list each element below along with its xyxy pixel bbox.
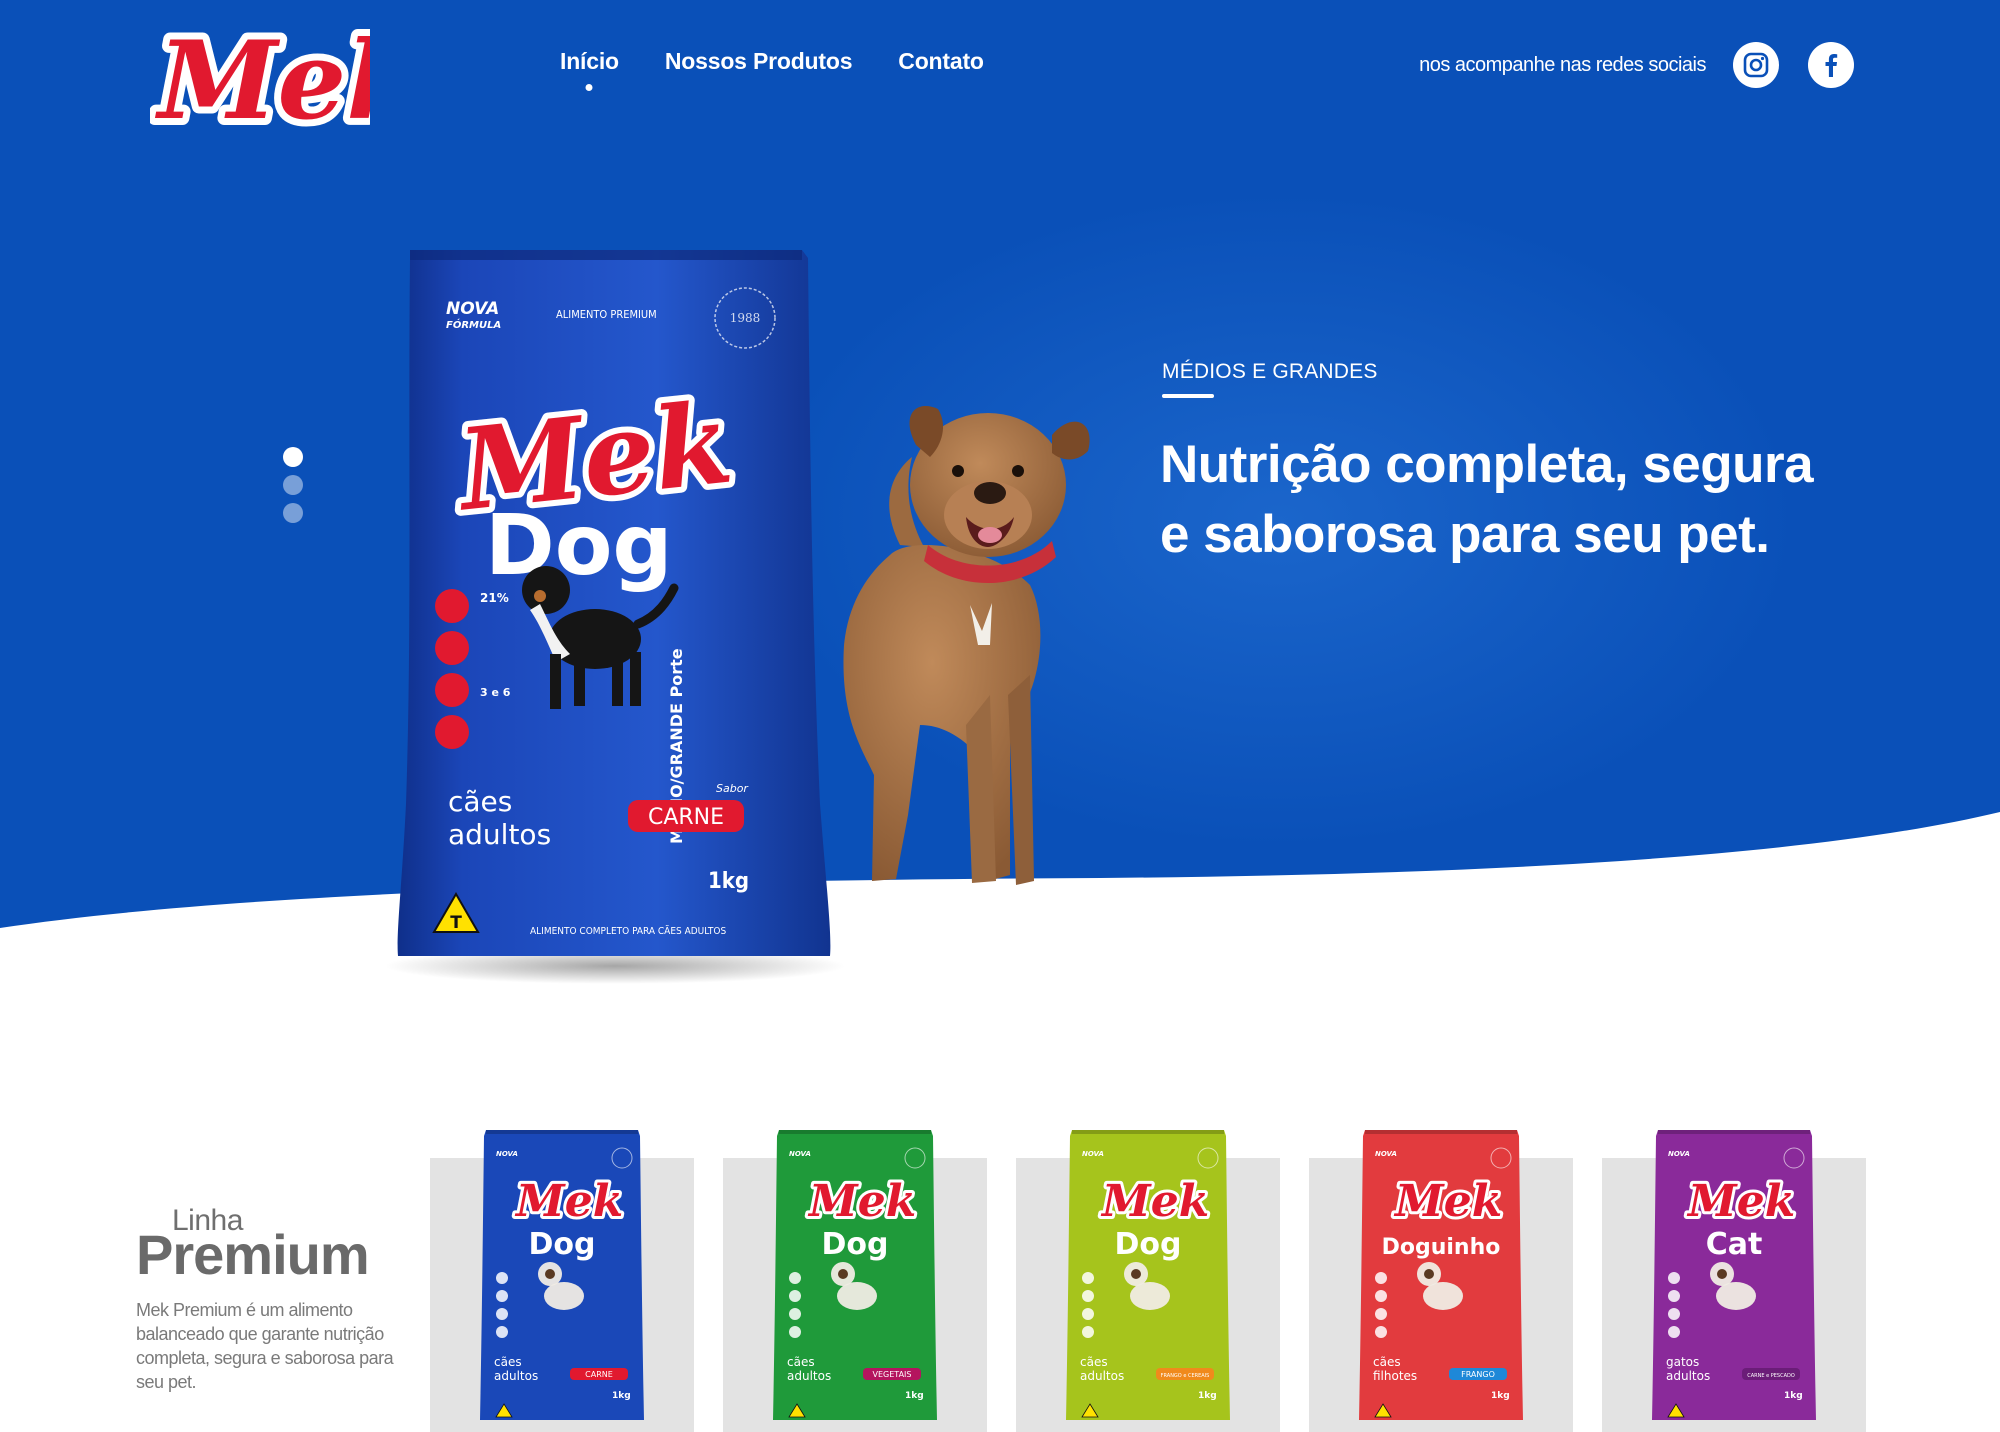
svg-text:ALIMENTO COMPLETO PARA CÃES AD: ALIMENTO COMPLETO PARA CÃES ADULTOS: [530, 924, 726, 937]
bag-badge: NOVA: [446, 299, 499, 319]
bag-audience-2: adultos: [1666, 1369, 1710, 1383]
product-card[interactable]: NOVA Mek Mek Dog cães adultos FRANGO e CEREAIS…: [1016, 1130, 1280, 1432]
svg-text:adultos: adultos: [448, 818, 551, 851]
bag-product-name: Dog: [529, 1227, 596, 1262]
nav-label: Início: [560, 48, 619, 74]
svg-text:Mek: Mek: [154, 18, 370, 144]
main-nav: Início Nossos Produtos Contato: [560, 48, 984, 91]
hero-headline: Nutrição completa, segura e saborosa par…: [1160, 435, 1814, 564]
svg-text:3 e 6: 3 e 6: [480, 686, 511, 699]
bag-product-name: Cat: [1706, 1227, 1763, 1262]
svg-text:FÓRMULA: FÓRMULA: [446, 318, 501, 331]
bag-audience-1: gatos: [1666, 1355, 1699, 1369]
bag-weight: 1kg: [905, 1391, 924, 1401]
bag-brand: Mek: [1686, 1176, 1795, 1227]
bag-audience-1: cães: [787, 1355, 815, 1369]
nav-label: Nossos Produtos: [664, 48, 853, 74]
product-bag: NOVAMekMekDogcãesadultos FRANGO e CEREAIS…: [1066, 1130, 1230, 1420]
svg-text:NOVA: NOVA: [496, 1150, 518, 1158]
bag-flavor: CARNE: [585, 1370, 613, 1379]
bag-weight: 1kg: [612, 1391, 631, 1401]
bag-weight: 1kg: [1784, 1391, 1803, 1401]
product-bag: NOVAMekMekDogcãesadultos VEGETAIS1kg: [773, 1130, 937, 1420]
hero-eyebrow: MÉDIOS E GRANDES: [1162, 360, 1378, 383]
slider-pagination: [283, 447, 303, 523]
svg-text:NOVA: NOVA: [1082, 1150, 1104, 1158]
slide-dot-1[interactable]: [283, 447, 303, 467]
svg-text:Sabor: Sabor: [716, 782, 749, 795]
featured-product-bag: NOVA FÓRMULA ALIMENTO PREMIUM 1988 Mek M…: [385, 250, 845, 984]
product-card[interactable]: NOVA Mek Mek Dog cães adultos VEGETAIS 1kg: [723, 1130, 987, 1432]
product-card[interactable]: NOVA Mek Mek Doguinho cães filhotes FRANGO 1kg: [1309, 1130, 1573, 1432]
instagram-icon[interactable]: [1733, 42, 1779, 88]
bag-brand: Mek: [1100, 1176, 1209, 1227]
svg-text:CARNE: CARNE: [648, 805, 724, 830]
bag-flavor: FRANGO e CEREAIS: [1161, 1373, 1210, 1379]
product-bag: NOVAMekMekDoguinhocãesfilhotes FRANGO1kg: [1359, 1130, 1523, 1420]
bag-weight: 1kg: [1491, 1391, 1510, 1401]
line-title: Premium: [136, 1223, 370, 1286]
bag-product-name: Doguinho: [1382, 1235, 1501, 1260]
bag-product-name: Dog: [822, 1227, 889, 1262]
social-text: nos acompanhe nas redes sociais: [1419, 54, 1706, 76]
mek-logo[interactable]: Mek Mek: [150, 8, 370, 148]
nav-item-produtos[interactable]: Nossos Produtos: [664, 48, 853, 75]
svg-text:cães: cães: [448, 785, 512, 818]
svg-text:NOVA: NOVA: [1668, 1150, 1690, 1158]
bag-product-name: Dog: [485, 496, 673, 594]
svg-text:1988: 1988: [730, 311, 761, 325]
bag-weight: 1kg: [1198, 1391, 1217, 1401]
bag-audience-1: cães: [1080, 1355, 1108, 1369]
svg-text:T: T: [450, 913, 462, 933]
bag-audience-2: adultos: [1080, 1369, 1124, 1383]
nav-item-inicio[interactable]: Início: [560, 48, 619, 91]
eyebrow-underline: [1162, 394, 1214, 398]
bag-flavor: CARNE e PESCADO: [1747, 1373, 1795, 1379]
bag-audience-1: cães: [494, 1355, 522, 1369]
svg-text:NOVA: NOVA: [1375, 1150, 1397, 1158]
bag-flavor: FRANGO: [1461, 1370, 1495, 1379]
active-indicator: [585, 84, 593, 91]
line-description: Mek Premium é um alimento balanceado que…: [136, 1300, 394, 1392]
bag-audience-1: cães: [1373, 1355, 1401, 1369]
bag-tag: ALIMENTO PREMIUM: [556, 308, 657, 321]
product-carousel: NOVA Mek Mek Dog cães adultos CARNE 1kg NOVA Mek M…: [430, 1128, 1870, 1432]
bag-audience-2: filhotes: [1373, 1369, 1417, 1383]
bag-product-name: Dog: [1115, 1227, 1182, 1262]
bag-audience-2: adultos: [787, 1369, 831, 1383]
bag-brand: Mek: [807, 1176, 916, 1227]
nav-item-contato[interactable]: Contato: [898, 48, 984, 75]
product-card[interactable]: NOVA Mek Mek Dog cães adultos CARNE 1kg: [430, 1130, 694, 1432]
product-card[interactable]: NOVA Mek Mek Cat gatos adultos CARNE e PESCADO…: [1602, 1130, 1866, 1432]
svg-text:NOVA: NOVA: [789, 1150, 811, 1158]
slide-dot-3[interactable]: [283, 503, 303, 523]
svg-text:1kg: 1kg: [708, 869, 749, 894]
bag-brand: Mek: [514, 1176, 623, 1227]
nav-label: Contato: [898, 48, 984, 74]
bag-brand: Mek: [1393, 1176, 1502, 1227]
product-bag: NOVAMekMekDogcãesadultos CARNE1kg: [480, 1130, 644, 1420]
bag-audience-2: adultos: [494, 1369, 538, 1383]
facebook-icon[interactable]: [1808, 42, 1854, 88]
dog-photo: [843, 406, 1090, 885]
svg-text:21%: 21%: [480, 591, 509, 605]
hero-section: Mek Mek Início Nossos Produtos Contato n…: [0, 0, 2000, 1000]
product-bag: NOVAMekMekCatgatosadultos CARNE e PESCADO…: [1652, 1130, 1816, 1420]
slide-dot-2[interactable]: [283, 475, 303, 495]
bag-flavor: VEGETAIS: [873, 1370, 912, 1379]
